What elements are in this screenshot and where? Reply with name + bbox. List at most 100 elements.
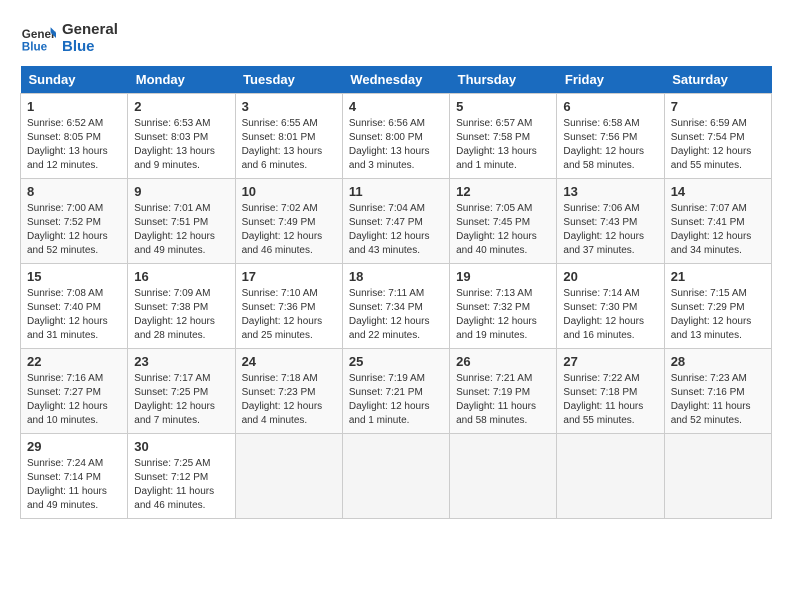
calendar-cell: 8 Sunrise: 7:00 AM Sunset: 7:52 PM Daylig… — [21, 179, 128, 264]
calendar-cell: 15Sunrise: 7:08 AM Sunset: 7:40 PM Dayli… — [21, 264, 128, 349]
day-header-thursday: Thursday — [450, 66, 557, 94]
day-info: Sunrise: 7:16 AM Sunset: 7:27 PM Dayligh… — [27, 372, 121, 428]
calendar-cell: 22 Sunrise: 7:16 AM Sunset: 7:27 PM Dayli… — [21, 349, 128, 434]
day-info: Sunrise: 7:25 AM Sunset: 7:12 PM Dayligh… — [134, 457, 228, 513]
calendar-week-row: 1 Sunrise: 6:52 AM Sunset: 8:05 PM Daylig… — [21, 94, 772, 179]
day-info: Sunrise: 7:22 AM Sunset: 7:18 PM Dayligh… — [563, 372, 657, 428]
day-number: 28 — [671, 354, 765, 369]
calendar-cell — [342, 434, 449, 519]
day-number: 26 — [456, 354, 550, 369]
calendar-cell: 17 Sunrise: 7:10 AM Sunset: 7:36 PM Dayli… — [235, 264, 342, 349]
day-info: Sunrise: 6:58 AM Sunset: 7:56 PM Dayligh… — [563, 117, 657, 173]
calendar-week-row: 15Sunrise: 7:08 AM Sunset: 7:40 PM Dayli… — [21, 264, 772, 349]
day-number: 19 — [456, 269, 550, 284]
day-info: Sunrise: 6:59 AM Sunset: 7:54 PM Dayligh… — [671, 117, 765, 173]
day-info: Sunrise: 6:56 AM Sunset: 8:00 PM Dayligh… — [349, 117, 443, 173]
calendar-cell: 20 Sunrise: 7:14 AM Sunset: 7:30 PM Dayli… — [557, 264, 664, 349]
day-info: Sunrise: 7:15 AM Sunset: 7:29 PM Dayligh… — [671, 287, 765, 343]
calendar-cell: 23Sunrise: 7:17 AM Sunset: 7:25 PM Dayli… — [128, 349, 235, 434]
calendar-cell: 19 Sunrise: 7:13 AM Sunset: 7:32 PM Dayli… — [450, 264, 557, 349]
day-number: 15 — [27, 269, 121, 284]
day-header-wednesday: Wednesday — [342, 66, 449, 94]
day-header-tuesday: Tuesday — [235, 66, 342, 94]
day-number: 18 — [349, 269, 443, 284]
day-info: Sunrise: 7:05 AM Sunset: 7:45 PM Dayligh… — [456, 202, 550, 258]
calendar-cell: 21 Sunrise: 7:15 AM Sunset: 7:29 PM Dayli… — [664, 264, 771, 349]
day-info: Sunrise: 7:01 AM Sunset: 7:51 PM Dayligh… — [134, 202, 228, 258]
day-info: Sunrise: 7:04 AM Sunset: 7:47 PM Dayligh… — [349, 202, 443, 258]
calendar-cell: 7 Sunrise: 6:59 AM Sunset: 7:54 PM Daylig… — [664, 94, 771, 179]
day-number: 29 — [27, 439, 121, 454]
day-info: Sunrise: 6:53 AM Sunset: 8:03 PM Dayligh… — [134, 117, 228, 173]
day-number: 11 — [349, 184, 443, 199]
day-number: 27 — [563, 354, 657, 369]
day-info: Sunrise: 7:00 AM Sunset: 7:52 PM Dayligh… — [27, 202, 121, 258]
day-number: 30 — [134, 439, 228, 454]
day-info: Sunrise: 7:13 AM Sunset: 7:32 PM Dayligh… — [456, 287, 550, 343]
day-info: Sunrise: 7:24 AM Sunset: 7:14 PM Dayligh… — [27, 457, 121, 513]
day-number: 2 — [134, 99, 228, 114]
calendar-table: SundayMondayTuesdayWednesdayThursdayFrid… — [20, 66, 772, 519]
logo: General Blue General Blue — [20, 20, 118, 56]
calendar-cell: 4 Sunrise: 6:56 AM Sunset: 8:00 PM Daylig… — [342, 94, 449, 179]
calendar-cell: 30 Sunrise: 7:25 AM Sunset: 7:12 PM Dayli… — [128, 434, 235, 519]
day-number: 10 — [242, 184, 336, 199]
calendar-cell: 25 Sunrise: 7:19 AM Sunset: 7:21 PM Dayli… — [342, 349, 449, 434]
day-number: 24 — [242, 354, 336, 369]
day-info: Sunrise: 6:52 AM Sunset: 8:05 PM Dayligh… — [27, 117, 121, 173]
day-info: Sunrise: 7:06 AM Sunset: 7:43 PM Dayligh… — [563, 202, 657, 258]
day-number: 14 — [671, 184, 765, 199]
day-header-monday: Monday — [128, 66, 235, 94]
calendar-cell — [450, 434, 557, 519]
calendar-cell: 16Sunrise: 7:09 AM Sunset: 7:38 PM Dayli… — [128, 264, 235, 349]
day-number: 17 — [242, 269, 336, 284]
day-info: Sunrise: 6:55 AM Sunset: 8:01 PM Dayligh… — [242, 117, 336, 173]
calendar-cell: 18 Sunrise: 7:11 AM Sunset: 7:34 PM Dayli… — [342, 264, 449, 349]
calendar-week-row: 8 Sunrise: 7:00 AM Sunset: 7:52 PM Daylig… — [21, 179, 772, 264]
calendar-cell: 9 Sunrise: 7:01 AM Sunset: 7:51 PM Daylig… — [128, 179, 235, 264]
calendar-cell: 11 Sunrise: 7:04 AM Sunset: 7:47 PM Dayli… — [342, 179, 449, 264]
day-header-friday: Friday — [557, 66, 664, 94]
calendar-cell: 3Sunrise: 6:55 AM Sunset: 8:01 PM Daylig… — [235, 94, 342, 179]
day-number: 5 — [456, 99, 550, 114]
day-number: 7 — [671, 99, 765, 114]
day-number: 6 — [563, 99, 657, 114]
calendar-cell: 29 Sunrise: 7:24 AM Sunset: 7:14 PM Dayli… — [21, 434, 128, 519]
day-info: Sunrise: 7:17 AM Sunset: 7:25 PM Dayligh… — [134, 372, 228, 428]
calendar-cell: 27 Sunrise: 7:22 AM Sunset: 7:18 PM Dayli… — [557, 349, 664, 434]
svg-text:Blue: Blue — [22, 41, 48, 54]
day-number: 22 — [27, 354, 121, 369]
logo-icon: General Blue — [20, 20, 56, 56]
day-info: Sunrise: 7:19 AM Sunset: 7:21 PM Dayligh… — [349, 372, 443, 428]
logo-blue-text: Blue — [62, 38, 118, 55]
day-number: 1 — [27, 99, 121, 114]
calendar-cell: 6 Sunrise: 6:58 AM Sunset: 7:56 PM Daylig… — [557, 94, 664, 179]
calendar-week-row: 29 Sunrise: 7:24 AM Sunset: 7:14 PM Dayli… — [21, 434, 772, 519]
day-info: Sunrise: 7:14 AM Sunset: 7:30 PM Dayligh… — [563, 287, 657, 343]
day-number: 20 — [563, 269, 657, 284]
calendar-cell: 2 Sunrise: 6:53 AM Sunset: 8:03 PM Daylig… — [128, 94, 235, 179]
day-number: 9 — [134, 184, 228, 199]
day-number: 8 — [27, 184, 121, 199]
day-info: Sunrise: 7:11 AM Sunset: 7:34 PM Dayligh… — [349, 287, 443, 343]
calendar-week-row: 22 Sunrise: 7:16 AM Sunset: 7:27 PM Dayli… — [21, 349, 772, 434]
day-number: 21 — [671, 269, 765, 284]
day-number: 4 — [349, 99, 443, 114]
day-number: 13 — [563, 184, 657, 199]
day-info: Sunrise: 6:57 AM Sunset: 7:58 PM Dayligh… — [456, 117, 550, 173]
day-info: Sunrise: 7:10 AM Sunset: 7:36 PM Dayligh… — [242, 287, 336, 343]
day-info: Sunrise: 7:21 AM Sunset: 7:19 PM Dayligh… — [456, 372, 550, 428]
day-info: Sunrise: 7:18 AM Sunset: 7:23 PM Dayligh… — [242, 372, 336, 428]
day-info: Sunrise: 7:02 AM Sunset: 7:49 PM Dayligh… — [242, 202, 336, 258]
calendar-cell: 10 Sunrise: 7:02 AM Sunset: 7:49 PM Dayli… — [235, 179, 342, 264]
logo-general-text: General — [62, 21, 118, 38]
calendar-cell: 24 Sunrise: 7:18 AM Sunset: 7:23 PM Dayli… — [235, 349, 342, 434]
calendar-cell: 13 Sunrise: 7:06 AM Sunset: 7:43 PM Dayli… — [557, 179, 664, 264]
calendar-header-row: SundayMondayTuesdayWednesdayThursdayFrid… — [21, 66, 772, 94]
calendar-cell: 28Sunrise: 7:23 AM Sunset: 7:16 PM Dayli… — [664, 349, 771, 434]
day-number: 12 — [456, 184, 550, 199]
day-header-sunday: Sunday — [21, 66, 128, 94]
page-header: General Blue General Blue — [20, 20, 772, 56]
calendar-cell — [664, 434, 771, 519]
day-number: 25 — [349, 354, 443, 369]
